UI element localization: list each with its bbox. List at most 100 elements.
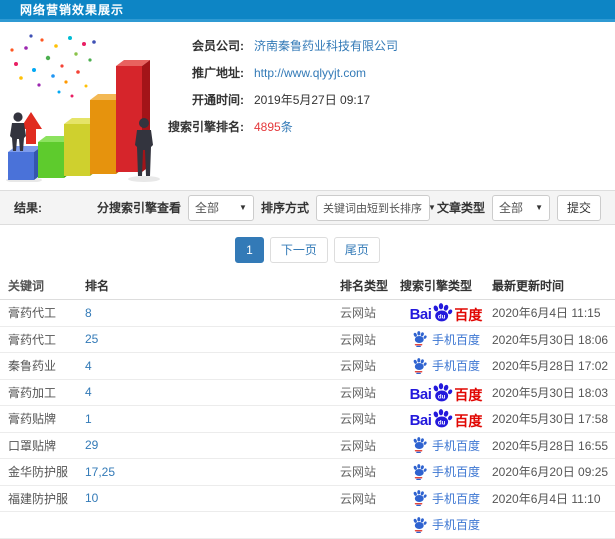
mobile-baidu-icon: [413, 490, 427, 507]
header-engine-type: 搜索引擎类型: [400, 279, 473, 293]
article-type-value: 全部: [498, 201, 523, 215]
baidu-pc-logo: Bai du 百度: [410, 303, 482, 322]
sort-value: 关键词由短到长排序: [322, 202, 422, 215]
header-update-time: 最新更新时间: [492, 279, 565, 293]
results-table: 关键词 排名 排名类型 搜索引擎类型 最新更新时间 膏药代工 8 云网站 Bai…: [0, 272, 615, 539]
table-row: 膏药代工 8 云网站 Bai du 百度 2020年6月4日 11:15: [0, 300, 615, 327]
engine-cell: 手机百度: [400, 463, 492, 480]
engine-filter-value: 全部: [194, 201, 219, 215]
baidu-mobile-label: 手机百度: [431, 465, 480, 480]
table-row: 金华防护服 17,25 云网站 手机百度 2020年6月20日 09:25: [0, 459, 615, 486]
submit-button[interactable]: 提交: [556, 194, 601, 221]
mobile-baidu-icon: [413, 463, 427, 480]
article-type-select[interactable]: 全部 ▼: [491, 194, 550, 221]
title-bar: 网络营销效果展示: [0, 0, 615, 22]
mobile-baidu-icon: [413, 516, 427, 533]
rank-link[interactable]: 4: [85, 359, 340, 373]
mobile-baidu-icon: [413, 357, 427, 374]
rank-link[interactable]: 4: [85, 385, 340, 399]
engine-cell: Bai du 百度: [400, 303, 492, 322]
chevron-down-icon: ▼: [535, 203, 543, 212]
baidu-pc-logo: Bai du 百度: [410, 409, 482, 428]
rank-type-cell: 云网站: [340, 465, 377, 480]
table-row: 膏药加工 4 云网站 Bai du 百度 2020年5月30日 18:03: [0, 380, 615, 406]
baidu-mobile-label: 手机百度: [431, 438, 480, 453]
engine-filter-select[interactable]: 全部 ▼: [187, 194, 254, 221]
table-row: 膏药代工 25 云网站 手机百度 2020年5月30日 18:06: [0, 327, 615, 353]
svg-text:du: du: [438, 314, 446, 321]
rank-link[interactable]: 17,25: [85, 465, 340, 479]
keyword-cell: 膏药代工: [8, 332, 57, 347]
baidu-pc-logo: Bai du 百度: [410, 382, 482, 402]
member-info-panel: 会员公司: 济南秦鲁药业科技有限公司 推广地址: http://www.qlyy…: [152, 32, 398, 140]
header-rank: 排名: [85, 279, 110, 293]
update-time-cell: 2020年5月30日 17:58: [492, 412, 609, 427]
rank-count-suffix: 条: [280, 120, 293, 134]
bar-blue: [8, 146, 42, 180]
update-time-cell: 2020年5月28日 17:02: [492, 359, 609, 374]
table-row: 口罩贴牌 29 云网站 手机百度 2020年5月28日 16:55: [0, 433, 615, 459]
rank-link[interactable]: 25: [85, 332, 340, 346]
rank-type-cell: 云网站: [340, 385, 377, 400]
businessman-left: [10, 112, 26, 151]
engine-cell: 手机百度: [400, 331, 492, 348]
bar-chart-illustration: [6, 34, 160, 182]
rank-type-cell: 云网站: [340, 306, 377, 321]
baidu-mobile-logo: 手机百度: [412, 490, 480, 507]
table-row: 福建防护服 10 云网站 手机百度 2020年6月4日 11:10: [0, 486, 615, 512]
svg-text:du: du: [438, 420, 446, 427]
update-time-cell: 2020年5月28日 16:55: [492, 438, 609, 453]
table-body: 膏药代工 8 云网站 Bai du 百度 2020年6月4日 11:15 膏药代工 …: [0, 300, 615, 539]
update-time-cell: 2020年6月4日 11:10: [492, 491, 601, 506]
filter-controls: 分搜索引擎查看 全部 ▼ 排序方式 关键词由短到长排序 ▼ 文章类型 全部 ▼ …: [96, 194, 601, 221]
rank-type-cell: 云网站: [340, 438, 377, 453]
baidu-mobile-logo: 手机百度: [412, 331, 480, 348]
engine-cell: 手机百度: [400, 516, 492, 533]
bar-red: [116, 60, 150, 172]
header-keyword: 关键词: [8, 279, 45, 293]
company-value[interactable]: 济南秦鲁药业科技有限公司: [254, 37, 398, 54]
chevron-down-icon: ▼: [427, 203, 436, 212]
rank-count-label: 搜索引擎排名:: [168, 120, 244, 134]
table-row: 膏药贴牌 1 云网站 Bai du 百度 2020年5月30日 17:58: [0, 406, 615, 433]
baidu-mobile-logo: 手机百度: [412, 516, 480, 533]
rank-link[interactable]: 29: [85, 438, 340, 452]
engine-cell: 手机百度: [400, 490, 492, 507]
info-row-url: 推广地址: http://www.qlyyjt.com: [152, 59, 398, 86]
baidu-paw-icon: du: [434, 382, 453, 402]
promo-url-link[interactable]: http://www.qlyyjt.com: [254, 66, 366, 80]
promo-url-label: 推广地址:: [192, 66, 244, 80]
keyword-cell: 秦鲁药业: [8, 359, 57, 374]
rank-type-cell: 云网站: [340, 491, 377, 506]
svg-text:du: du: [438, 393, 446, 400]
info-row-open-time: 开通时间: 2019年5月27日 09:17: [152, 86, 398, 113]
info-row-rank-count: 搜索引擎排名: 4895条: [152, 113, 398, 140]
info-row-company: 会员公司: 济南秦鲁药业科技有限公司: [152, 32, 398, 59]
keyword-cell: 膏药加工: [8, 385, 57, 400]
filter-bar: 结果: 分搜索引擎查看 全部 ▼ 排序方式 关键词由短到长排序 ▼ 文章类型 全…: [0, 190, 615, 225]
keyword-cell: 金华防护服: [8, 465, 69, 480]
result-section-label: 结果:: [14, 201, 42, 215]
rank-link[interactable]: 10: [85, 491, 340, 505]
table-header-row: 关键词 排名 排名类型 搜索引擎类型 最新更新时间: [0, 272, 615, 300]
baidu-mobile-logo: 手机百度: [412, 357, 480, 374]
engine-filter-label: 分搜索引擎查看: [96, 201, 181, 215]
keyword-cell: 口罩贴牌: [8, 438, 57, 453]
baidu-paw-icon: du: [434, 303, 453, 322]
keyword-cell: 膏药代工: [8, 306, 57, 321]
last-page-button[interactable]: 尾页: [333, 237, 380, 263]
baidu-mobile-label: 手机百度: [431, 518, 480, 533]
company-label: 会员公司:: [192, 39, 244, 53]
engine-cell: 手机百度: [400, 357, 492, 374]
page-button-current[interactable]: 1: [235, 237, 264, 263]
keyword-cell: 膏药贴牌: [8, 412, 57, 427]
engine-cell: Bai du 百度: [400, 382, 492, 402]
rank-link[interactable]: 1: [85, 412, 340, 426]
baidu-mobile-label: 手机百度: [431, 359, 480, 374]
sort-select[interactable]: 关键词由短到长排序 ▼: [315, 194, 436, 221]
open-time-label: 开通时间:: [192, 93, 244, 107]
rank-link[interactable]: 8: [85, 306, 340, 320]
next-page-button[interactable]: 下一页: [269, 237, 328, 263]
baidu-paw-icon: du: [434, 409, 453, 428]
article-type-label: 文章类型: [436, 201, 485, 215]
